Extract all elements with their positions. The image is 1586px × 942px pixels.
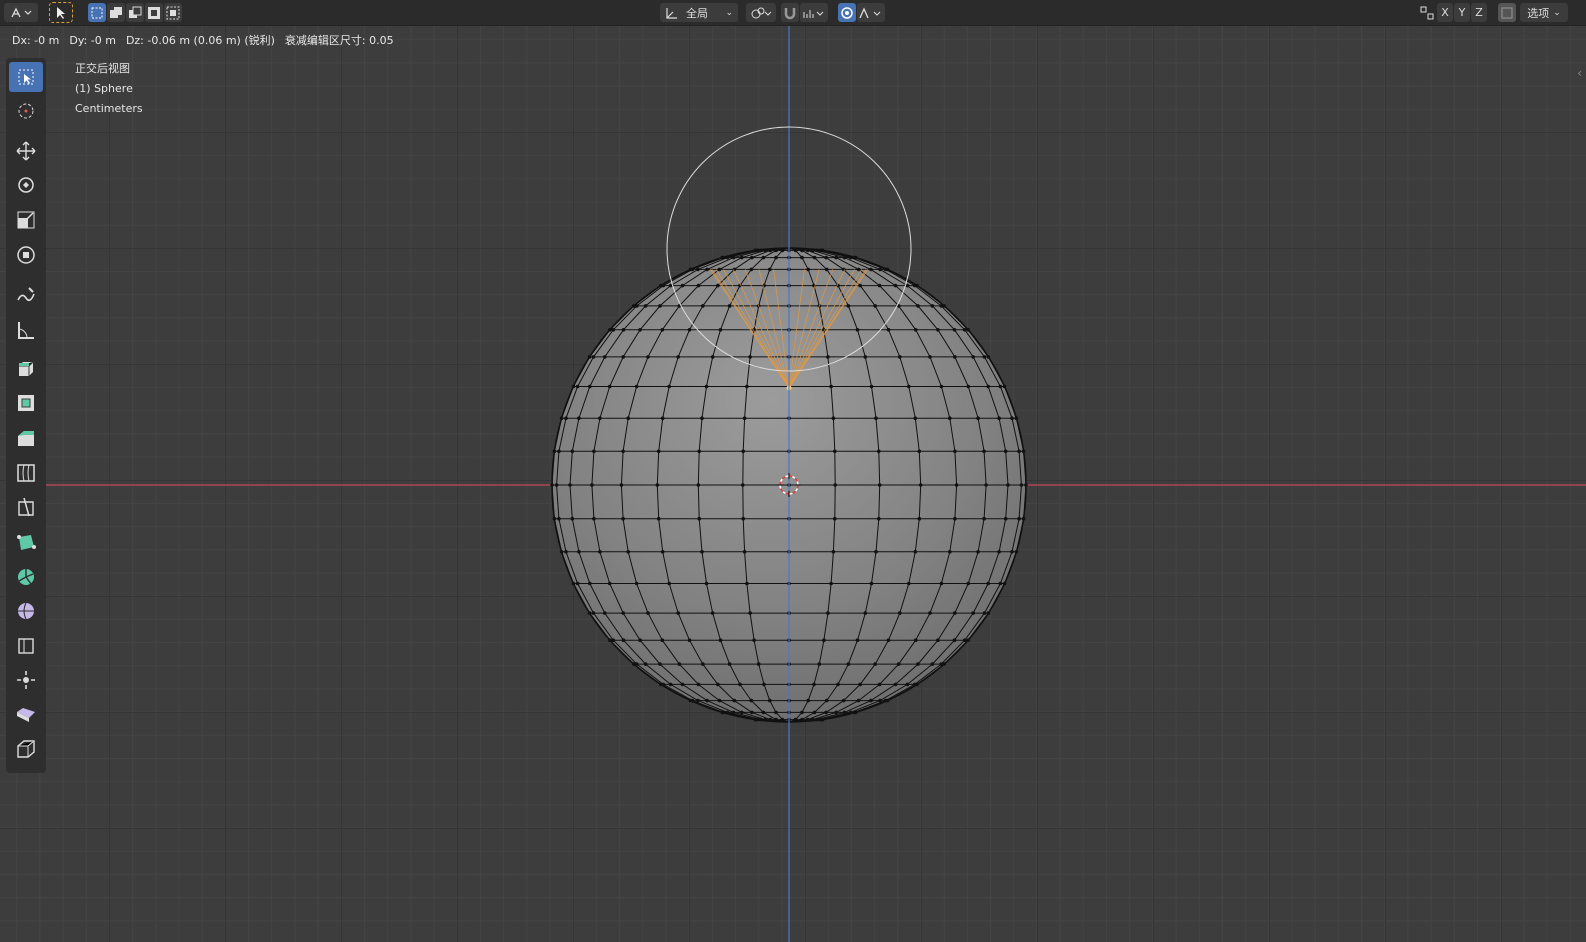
shrink-fatten-icon	[17, 671, 35, 689]
mirror-x-toggle[interactable]: X	[1437, 3, 1453, 22]
tool-annotate[interactable]	[9, 280, 43, 310]
snap-target-dropdown[interactable]	[800, 3, 828, 22]
falloff-sharp-icon	[859, 6, 881, 18]
tool-extrude-region[interactable]	[9, 354, 43, 384]
tool-spin[interactable]	[9, 562, 43, 592]
cursor-icon	[18, 103, 34, 119]
tool-rip-region[interactable]	[9, 734, 43, 764]
snap-toggle[interactable]	[781, 3, 799, 22]
view-name: 正交后视图	[75, 62, 130, 75]
annotate-icon	[17, 287, 35, 302]
proportional-editing-toggle[interactable]	[838, 3, 856, 22]
pivot-icon	[751, 7, 772, 18]
select-box-icon	[18, 69, 34, 85]
cursor-arrow-icon	[57, 6, 65, 19]
topology-icon	[1501, 7, 1513, 18]
tool-poly-build[interactable]	[9, 527, 43, 557]
tool-select-box[interactable]	[9, 62, 43, 92]
options-dropdown[interactable]: 选项 ⌄	[1520, 3, 1568, 22]
spin-icon	[18, 569, 34, 585]
mirror-z-toggle[interactable]: Z	[1471, 3, 1487, 22]
select-intersect-button[interactable]	[164, 3, 182, 22]
tool-bevel[interactable]	[9, 423, 43, 453]
measure-icon	[18, 322, 34, 339]
viewport-header: 全局 ⌄ X Y Z 选项 ⌄	[0, 0, 1586, 26]
loop-cut-icon	[17, 464, 35, 482]
tool-smooth[interactable]	[9, 596, 43, 626]
topology-mirror-toggle[interactable]	[1498, 3, 1516, 22]
orientation-dropdown[interactable]: 全局 ⌄	[660, 3, 738, 22]
poly-build-icon	[17, 535, 36, 550]
viewport-scene[interactable]	[0, 0, 1586, 942]
tool-shrink-fatten[interactable]	[9, 665, 43, 695]
viewport-info: 正交后视图 (1) Sphere Centimeters	[75, 59, 143, 119]
mirror-icon	[1420, 6, 1434, 19]
tool-shear[interactable]	[9, 700, 43, 730]
tool-measure[interactable]	[9, 315, 43, 345]
mirror-y-toggle[interactable]: Y	[1454, 3, 1470, 22]
rotate-icon	[18, 177, 34, 193]
select-extend-icon	[110, 6, 122, 18]
select-subtract-icon	[129, 6, 142, 18]
orientation-icon	[666, 7, 677, 19]
delta-z: Dz: -0.06 m (0.06 m) (锐利)	[125, 34, 275, 47]
select-extend-button[interactable]	[107, 3, 125, 22]
proportional-editing-icon	[841, 6, 853, 19]
chevron-down-icon: ⌄	[1553, 7, 1561, 18]
knife-icon	[18, 497, 34, 517]
tool-shelf	[6, 58, 46, 773]
rip-region-icon	[17, 740, 35, 758]
select-subtract-button[interactable]	[126, 3, 144, 22]
editor-type-button[interactable]	[4, 3, 38, 22]
mirror-options-button[interactable]	[1418, 3, 1436, 22]
options-label: 选项	[1527, 6, 1550, 20]
select-invert-icon	[148, 6, 160, 19]
axis-x-label: X	[1441, 6, 1449, 19]
transform-icon	[17, 246, 35, 264]
active-object: (1) Sphere	[75, 82, 133, 95]
select-invert-button[interactable]	[145, 3, 163, 22]
tool-rotate[interactable]	[9, 170, 43, 200]
magnet-icon	[784, 7, 796, 19]
edge-slide-icon	[18, 638, 34, 654]
editor-type-icon	[11, 7, 32, 17]
sidebar-toggle-icon[interactable]: ‹	[1577, 66, 1582, 80]
unit-system: Centimeters	[75, 102, 143, 115]
tool-scale[interactable]	[9, 205, 43, 235]
bevel-icon	[18, 431, 34, 446]
orientation-label: 全局	[686, 6, 708, 20]
select-new-icon	[91, 7, 103, 18]
extrude-region-icon	[19, 361, 34, 376]
shear-icon	[17, 708, 35, 722]
axis-z-label: Z	[1475, 6, 1483, 19]
scale-icon	[17, 211, 35, 229]
tool-move[interactable]	[9, 136, 43, 166]
operator-status: Dx: -0 m Dy: -0 m Dz: -0.06 m (0.06 m) (…	[12, 31, 394, 49]
chevron-down-icon: ⌄	[725, 7, 733, 18]
delta-y: Dy: -0 m	[69, 33, 116, 47]
delta-x: Dx: -0 m	[12, 33, 60, 47]
move-icon	[16, 141, 36, 161]
tool-knife[interactable]	[9, 492, 43, 522]
smooth-icon	[18, 602, 34, 620]
falloff-size: 衰减编辑区尺寸: 0.05	[284, 34, 394, 47]
tool-edge-slide[interactable]	[9, 630, 43, 660]
tool-inset-faces[interactable]	[9, 388, 43, 418]
axis-y-label: Y	[1458, 6, 1466, 19]
select-intersect-icon	[166, 6, 180, 19]
snap-increment-icon	[803, 9, 824, 18]
falloff-type-dropdown[interactable]	[857, 3, 885, 22]
pivot-point-dropdown[interactable]	[746, 3, 776, 22]
tool-transform[interactable]	[9, 240, 43, 270]
tool-loop-cut[interactable]	[9, 458, 43, 488]
select-new-button[interactable]	[88, 3, 106, 22]
tool-cursor[interactable]	[9, 96, 43, 126]
select-mode-button[interactable]	[49, 2, 73, 23]
inset-faces-icon	[18, 395, 34, 411]
